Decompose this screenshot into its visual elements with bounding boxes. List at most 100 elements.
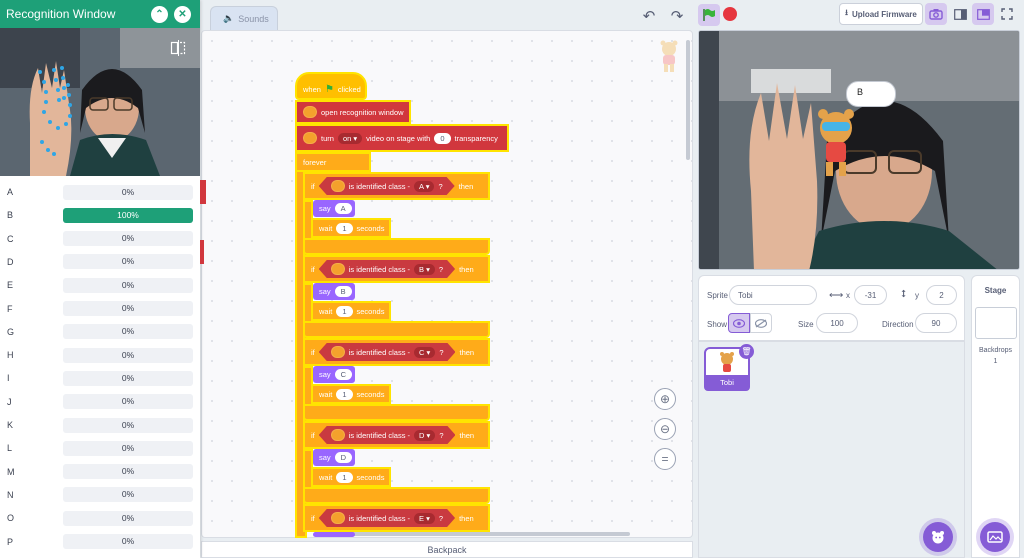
wait-input[interactable]: 1 (336, 388, 353, 400)
class-confidence-bar: 0% (63, 347, 193, 363)
if-block[interactable]: if is identified class -B ▾? then (303, 255, 490, 283)
is-identified-label: is identified class - (348, 181, 411, 191)
hand-landmark-point (67, 93, 71, 97)
stage-thumbnail[interactable] (974, 307, 1017, 339)
class-confidence-bar: 0% (63, 487, 193, 503)
sprite-name-input[interactable]: Tobi (729, 285, 817, 305)
hand-landmark-point (60, 66, 64, 70)
stop-button[interactable] (723, 7, 737, 21)
choose-backdrop-button[interactable] (980, 522, 1010, 552)
class-dropdown[interactable]: B ▾ (414, 264, 435, 275)
zoom-reset-button[interactable]: = (654, 448, 676, 470)
class-label: J (7, 396, 12, 407)
green-flag-button[interactable] (698, 4, 720, 26)
wait-input[interactable]: 1 (336, 471, 353, 483)
say-label: say (319, 287, 331, 296)
stage-panel[interactable]: Stage Backdrops 1 (971, 275, 1020, 558)
say-input[interactable]: B (334, 286, 352, 297)
redo-icon[interactable]: ↷ (666, 5, 688, 27)
undo-icon[interactable]: ↶ (638, 5, 660, 27)
if-block[interactable]: if is identified class -A ▾? then (303, 172, 490, 200)
class-dropdown-value: E (419, 513, 425, 523)
say-block[interactable]: say A (313, 200, 355, 217)
is-identified-condition[interactable]: is identified class -E ▾? (319, 509, 455, 527)
if-block[interactable]: if is identified class -E ▾? then (303, 504, 490, 532)
wait-block[interactable]: wait 1 seconds (311, 218, 391, 238)
forever-block[interactable]: forever (295, 152, 371, 172)
say-block (313, 532, 355, 537)
hand-landmark-point (61, 76, 65, 80)
direction-input[interactable]: 90 (915, 313, 957, 333)
close-button[interactable]: ✕ (174, 6, 191, 23)
flip-icon[interactable] (170, 40, 186, 56)
open-recognition-window-block[interactable]: open recognition window (295, 100, 411, 124)
zoom-in-button[interactable]: ⊕ (654, 388, 676, 410)
class-confidence-value: 0% (121, 303, 135, 313)
wait-block[interactable]: wait 1 seconds (311, 301, 391, 321)
tab-sounds-label: Sounds (238, 13, 269, 24)
class-confidence-bar: 0% (63, 324, 193, 340)
stage-video-image (699, 31, 1019, 269)
is-identified-condition[interactable]: is identified class -C ▾? (319, 343, 456, 361)
wait-input[interactable]: 1 (336, 222, 353, 234)
fullscreen-button[interactable] (996, 3, 1018, 25)
is-identified-condition[interactable]: is identified class -D ▾? (319, 426, 456, 444)
class-label: F (7, 303, 13, 314)
if-block[interactable]: if is identified class -C ▾? then (303, 338, 490, 366)
if-block[interactable]: if is identified class -D ▾? then (303, 421, 490, 449)
transparency-input[interactable]: 0 (434, 132, 451, 144)
if-block-bottom (303, 238, 490, 255)
x-input[interactable]: -31 (854, 285, 887, 305)
then-label: then (459, 347, 475, 357)
if-label: if (311, 264, 315, 274)
is-identified-label: is identified class - (348, 513, 411, 523)
say-block[interactable]: say C (313, 366, 355, 383)
say-label: say (319, 204, 331, 213)
camera-button[interactable] (925, 3, 947, 25)
video-state-dropdown[interactable]: on ▾ (337, 132, 363, 144)
choose-sprite-button[interactable] (923, 522, 953, 552)
is-identified-label: is identified class - (348, 264, 411, 274)
show-sprite-button[interactable] (728, 313, 750, 333)
class-confidence-bar: 0% (63, 440, 193, 456)
say-block[interactable]: say B (313, 283, 355, 300)
code-area[interactable] (201, 30, 693, 538)
upload-firmware-label: Upload Firmware (851, 9, 917, 19)
class-label: A (7, 187, 14, 197)
code-vertical-scrollbar[interactable] (686, 40, 690, 160)
is-identified-condition[interactable]: is identified class -B ▾? (319, 260, 455, 278)
say-block[interactable]: say D (313, 449, 355, 466)
when-flag-clicked-block[interactable]: when ⚑ clicked (295, 72, 367, 100)
class-dropdown[interactable]: D ▾ (414, 430, 435, 441)
turn-video-block[interactable]: turn on ▾ video on stage with 0 transpar… (295, 124, 509, 152)
brain-icon (331, 346, 345, 358)
transparency-label: transparency (454, 133, 498, 143)
delete-sprite-button[interactable]: 🗑 (739, 344, 754, 359)
is-identified-condition[interactable]: is identified class -A ▾? (319, 177, 455, 195)
say-input[interactable]: C (334, 369, 353, 380)
size-input[interactable]: 100 (816, 313, 858, 333)
say-input[interactable]: A (334, 203, 352, 214)
backpack[interactable]: Backpack (201, 541, 693, 558)
tab-sounds[interactable]: 🔈 Sounds (210, 6, 278, 30)
y-input[interactable]: 2 (926, 285, 957, 305)
upload-firmware-button[interactable]: ⭳ Upload Firmware (839, 3, 923, 25)
small-stage-button[interactable] (949, 3, 971, 25)
class-confidence-bar: 0% (63, 464, 193, 480)
large-stage-button[interactable] (972, 3, 994, 25)
wait-block[interactable]: wait 1 seconds (311, 384, 391, 404)
recognition-window-header[interactable]: Recognition Window (0, 0, 200, 28)
class-dropdown[interactable]: A ▾ (414, 181, 434, 192)
zoom-out-button[interactable]: ⊖ (654, 418, 676, 440)
if-label: if (311, 181, 315, 191)
stage[interactable] (698, 30, 1020, 270)
class-dropdown[interactable]: E ▾ (414, 513, 435, 524)
wait-input[interactable]: 1 (336, 305, 353, 317)
code-horizontal-scrollbar[interactable] (320, 532, 630, 536)
hide-sprite-button[interactable] (750, 313, 772, 333)
class-dropdown[interactable]: C ▾ (414, 347, 435, 358)
recognition-window-title: Recognition Window (6, 7, 116, 21)
say-input[interactable]: D (334, 452, 353, 463)
wait-block[interactable]: wait 1 seconds (311, 467, 391, 487)
collapse-button[interactable]: ⌃ (151, 6, 168, 23)
